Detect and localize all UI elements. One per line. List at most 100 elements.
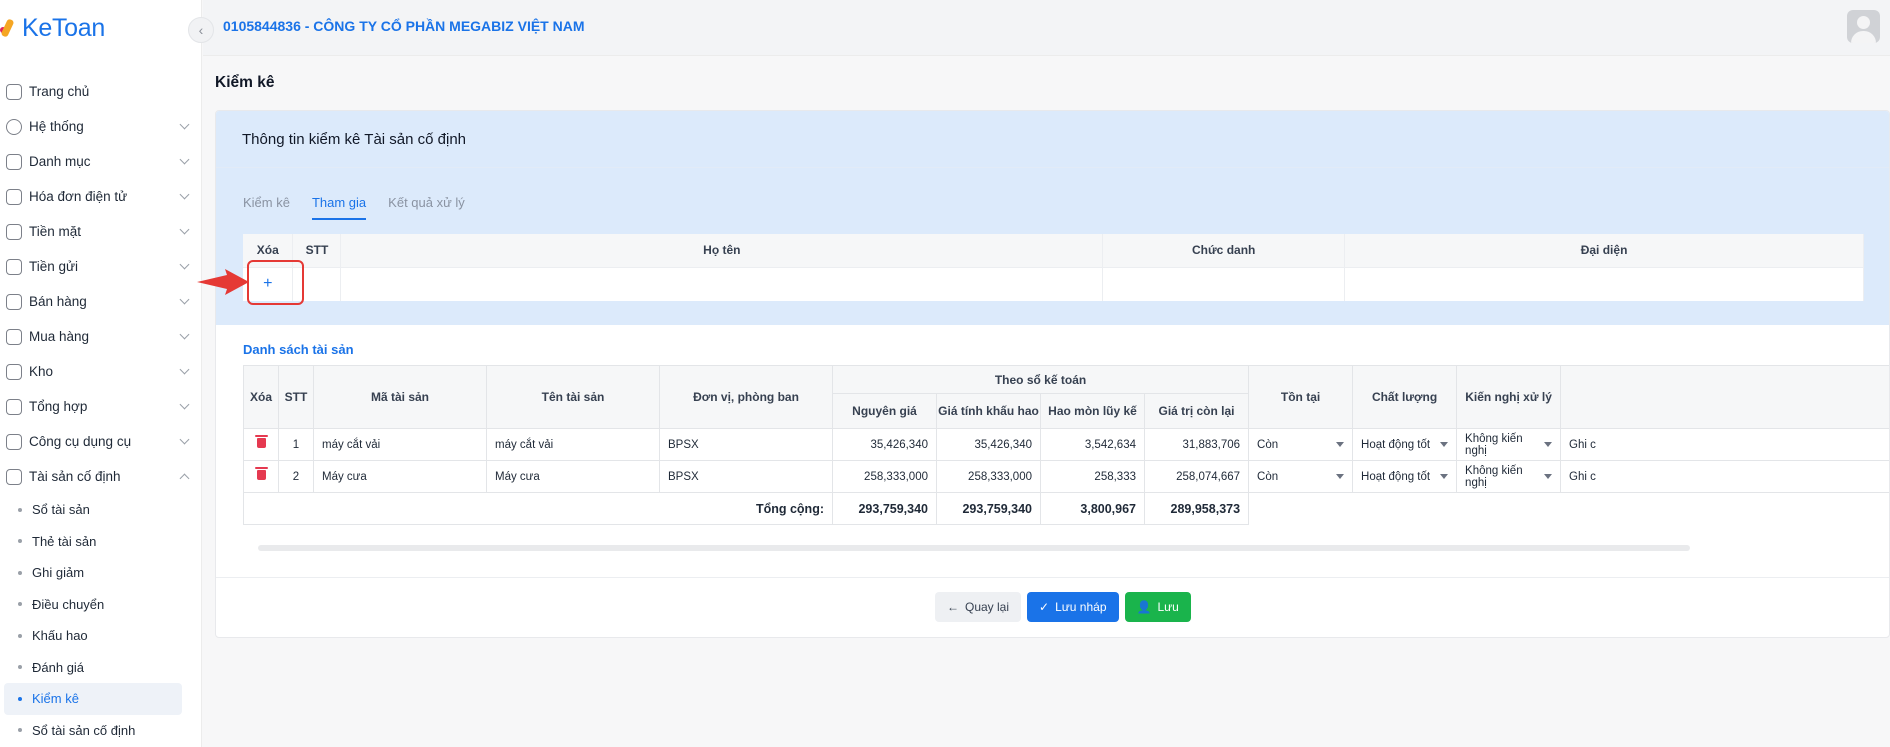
- total-con-lai: 289,958,373: [1143, 492, 1250, 525]
- column-header-ho-ten: Họ tên: [340, 234, 1104, 267]
- caret-down-icon: [1544, 474, 1553, 479]
- chat-luong-select[interactable]: Hoạt động tốt: [1352, 428, 1458, 461]
- avatar[interactable]: [1847, 10, 1880, 43]
- chevron-down-icon: [179, 434, 190, 445]
- table-cell: Máy cưa: [486, 460, 660, 493]
- asset-list-title: Danh sách tài sản: [243, 342, 354, 357]
- column-header-ma-tai-san: Mã tài sản: [313, 365, 487, 429]
- sidebar-subitem-ghi-giam[interactable]: Ghi giảm: [0, 557, 202, 589]
- table-cell: [1102, 266, 1346, 301]
- caret-down-icon: [1440, 474, 1449, 479]
- table-cell: 258,333,000: [832, 460, 937, 493]
- bullet-icon: [18, 728, 22, 733]
- save-button[interactable]: 👤 Lưu: [1124, 592, 1191, 622]
- sidebar-subitem-label: Điều chuyển: [32, 596, 105, 612]
- logo-mark-icon: [0, 17, 15, 39]
- bullet-icon: [18, 665, 22, 670]
- inventory-card: Thông tin kiểm kê Tài sản cố định Kiểm k…: [215, 110, 1890, 638]
- sidebar-item-tien-gui[interactable]: Tiền gửi: [0, 249, 202, 284]
- delete-row-button[interactable]: [243, 428, 279, 461]
- total-hao-mon: 3,800,967: [1040, 492, 1145, 525]
- sidebar-item-tien-mat[interactable]: Tiền mặt: [0, 214, 202, 249]
- ton-tai-select[interactable]: Còn: [1248, 460, 1354, 493]
- asset-table-container[interactable]: Xóa STT Mã tài sản Tên tài sản Đơn vị, p…: [243, 365, 1889, 543]
- total-nguyen-gia: 293,759,340: [832, 492, 937, 525]
- sidebar-item-kho[interactable]: Kho: [0, 354, 202, 389]
- warehouse-icon: [6, 363, 22, 380]
- sidebar-item-cong-cu[interactable]: Công cụ dụng cụ: [0, 424, 202, 459]
- sidebar-subitem-label: Sổ tài sản: [32, 502, 90, 518]
- sidebar-subitem-khau-hao[interactable]: Khấu hao: [0, 620, 202, 652]
- column-group-theo-so-ke-toan: Theo sổ kế toán: [831, 365, 1250, 394]
- sidebar-subitem-so-tscd[interactable]: Sổ tài sản cố định: [0, 715, 202, 747]
- table-cell: BPSX: [659, 428, 833, 461]
- tab-bar: Kiểm kê Tham gia Kết quả xử lý: [243, 195, 465, 220]
- column-header-chuc-danh: Chức danh: [1102, 234, 1346, 267]
- sidebar-subitem-label: Thẻ tài sản: [32, 533, 97, 549]
- sidebar-subitem-so-tai-san[interactable]: Sổ tài sản: [0, 494, 202, 526]
- action-bar: ← Quay lại ✓ Lưu nháp 👤 Lưu: [935, 592, 1191, 622]
- sidebar-subitem-dieu-chuyen[interactable]: Điều chuyển: [0, 589, 202, 621]
- table-row: 1 máy cắt vải máy cắt vải BPSX 35,426,34…: [243, 428, 1889, 461]
- ton-tai-select[interactable]: Còn: [1248, 428, 1354, 461]
- kien-nghi-select[interactable]: Không kiến nghị: [1456, 428, 1562, 461]
- sidebar-item-ban-hang[interactable]: Bán hàng: [0, 284, 202, 319]
- sidebar-item-label: Công cụ dụng cụ: [29, 434, 132, 449]
- sidebar-item-tong-hop[interactable]: Tổng hợp: [0, 389, 202, 424]
- select-value: Không kiến nghị: [1465, 432, 1523, 457]
- chevron-up-icon: [179, 473, 190, 484]
- kien-nghi-select[interactable]: Không kiến nghị: [1456, 460, 1562, 493]
- trash-icon: [254, 435, 268, 448]
- button-label: Lưu nháp: [1055, 600, 1107, 614]
- table-cell: 1: [278, 428, 314, 461]
- sidebar-subitem-danh-gia[interactable]: Đánh giá: [0, 652, 202, 684]
- chart-icon: [6, 398, 22, 415]
- column-header-chat-luong: Chất lượng: [1352, 365, 1458, 429]
- sidebar-item-hoa-don[interactable]: Hóa đơn điện tử: [0, 179, 202, 214]
- sidebar-subitem-kiem-ke[interactable]: Kiểm kê: [4, 683, 182, 715]
- note-input[interactable]: Ghi c: [1560, 428, 1889, 461]
- company-name[interactable]: 0105844836 - CÔNG TY CỔ PHẦN MEGABIZ VIỆ…: [223, 18, 585, 34]
- sidebar-item-danh-muc[interactable]: Danh mục: [0, 144, 202, 179]
- chevron-down-icon: [179, 329, 190, 340]
- column-header-ton-tai: Tồn tại: [1248, 365, 1354, 429]
- note-input[interactable]: Ghi c: [1560, 460, 1889, 493]
- sidebar-item-label: Danh mục: [29, 154, 91, 169]
- sidebar-item-tai-san[interactable]: Tài sản cố định: [0, 459, 202, 494]
- total-gia-tinh: 293,759,340: [936, 492, 1041, 525]
- pointer-arrow-icon: [197, 269, 249, 295]
- app-logo[interactable]: KeToan: [0, 14, 105, 42]
- collapse-sidebar-button[interactable]: ‹: [188, 17, 214, 43]
- select-value: Hoạt động tốt: [1361, 470, 1431, 483]
- chevron-down-icon: [179, 224, 190, 235]
- table-cell: Máy cưa: [313, 460, 487, 493]
- column-header-hao-mon: Hao mòn lũy kế: [1040, 393, 1145, 429]
- sidebar-item-label: Tiền gửi: [29, 259, 79, 274]
- horizontal-scrollbar[interactable]: [258, 545, 1690, 551]
- save-draft-button[interactable]: ✓ Lưu nháp: [1027, 592, 1119, 622]
- table-cell: 3,542,634: [1040, 428, 1145, 461]
- home-icon: [6, 83, 22, 100]
- sidebar-subitem-label: Ghi giảm: [32, 565, 85, 581]
- participants-table: Xóa STT Họ tên Chức danh Đại diện +: [243, 234, 1864, 301]
- sidebar-item-mua-hang[interactable]: Mua hàng: [0, 319, 202, 354]
- sidebar-item-he-thong[interactable]: Hệ thống: [0, 109, 202, 144]
- sidebar-subitem-label: Kiểm kê: [32, 691, 79, 707]
- sidebar-subitem-the-tai-san[interactable]: Thẻ tài sản: [0, 526, 202, 558]
- tab-kiem-ke[interactable]: Kiểm kê: [243, 195, 290, 220]
- invoice-icon: [6, 188, 22, 205]
- tab-tham-gia[interactable]: Tham gia: [311, 195, 367, 220]
- sidebar-item-label: Trang chủ: [29, 84, 90, 99]
- sidebar-item-label: Mua hàng: [29, 329, 90, 344]
- select-value: Không kiến nghị: [1465, 464, 1523, 489]
- column-header-gia-tinh-khau-hao: Giá tính khấu hao: [936, 393, 1041, 429]
- column-header-ten-tai-san: Tên tài sản: [486, 365, 660, 429]
- tab-ket-qua-xu-ly[interactable]: Kết quả xử lý: [388, 195, 465, 220]
- back-button[interactable]: ← Quay lại: [935, 592, 1022, 622]
- delete-row-button[interactable]: [243, 460, 279, 493]
- grid-icon: [6, 153, 22, 170]
- bullet-icon: [18, 570, 22, 575]
- sidebar-item-trang-chu[interactable]: Trang chủ: [0, 74, 202, 109]
- table-cell: 2: [278, 460, 314, 493]
- chat-luong-select[interactable]: Hoạt động tốt: [1352, 460, 1458, 493]
